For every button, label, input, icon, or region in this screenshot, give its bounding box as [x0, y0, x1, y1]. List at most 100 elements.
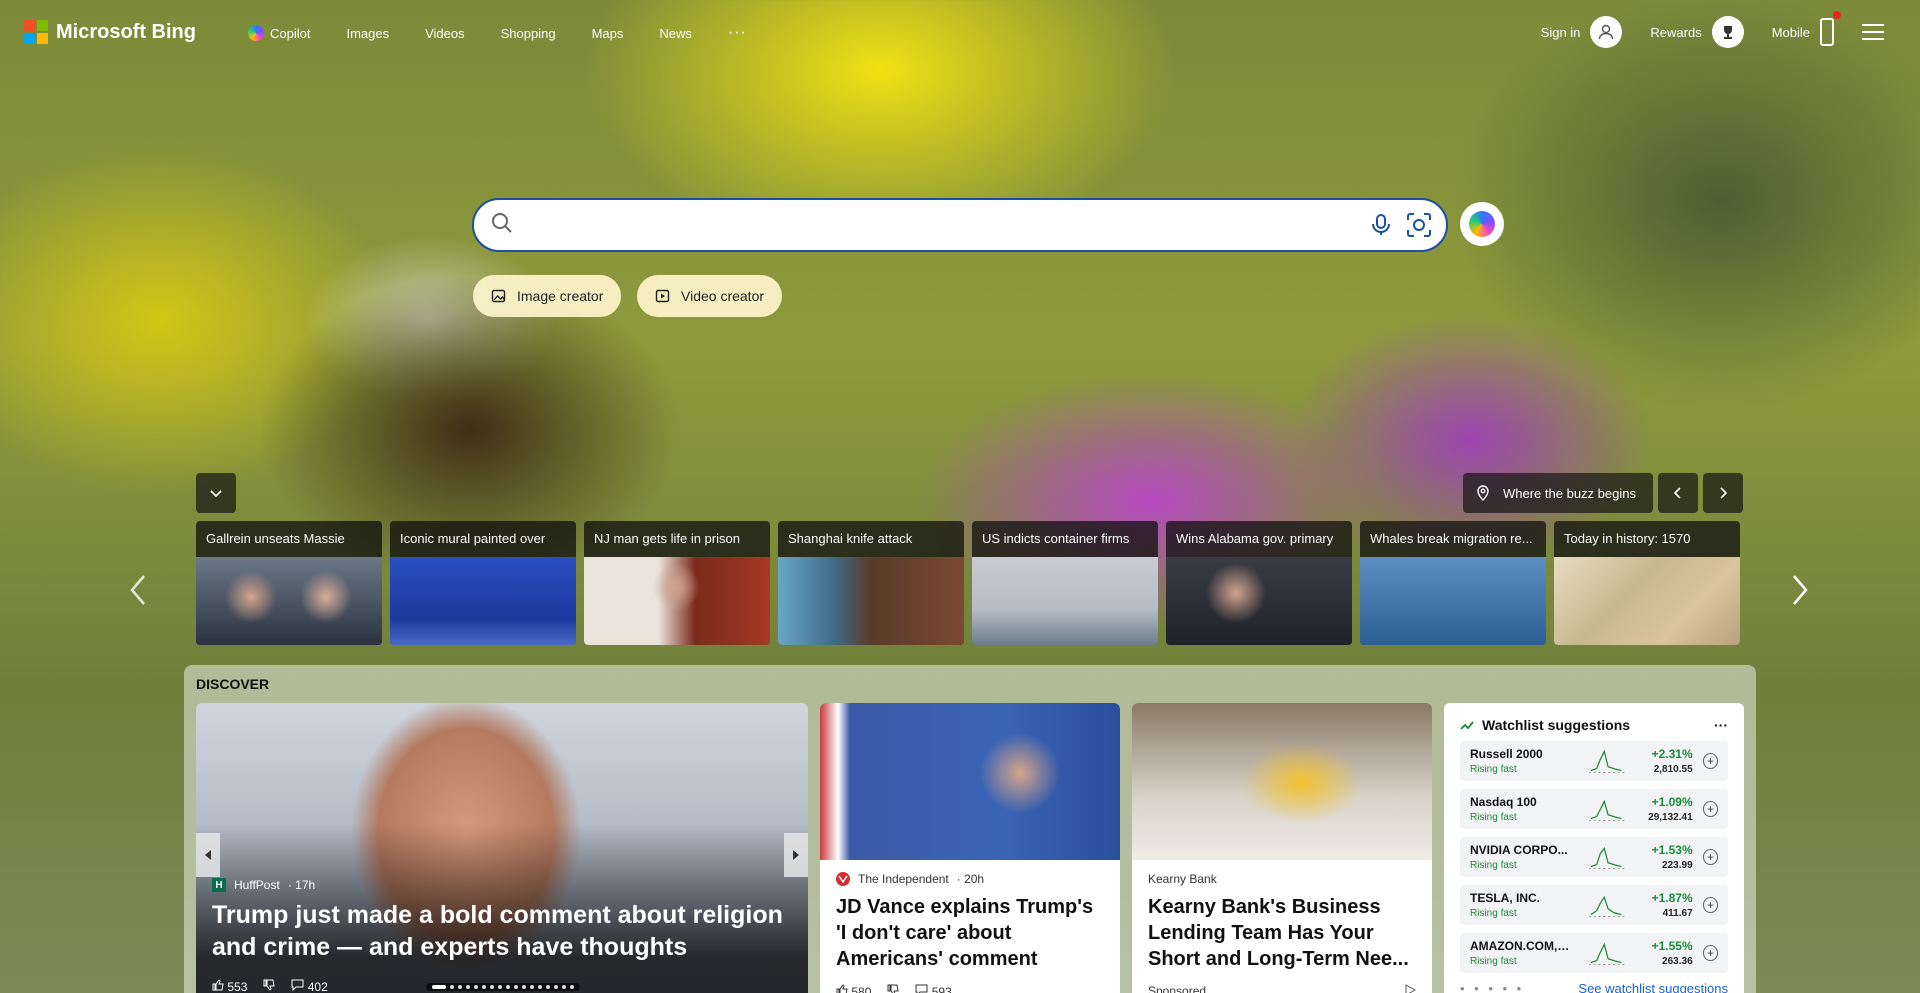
hamburger-icon — [1862, 24, 1884, 40]
trending-image — [584, 557, 770, 645]
trending-strip: Gallrein unseats Massie Iconic mural pai… — [196, 521, 1740, 645]
sponsored-card[interactable]: Kearny Bank Kearny Bank's Business Lendi… — [1132, 703, 1432, 993]
location-pin-icon — [1477, 485, 1489, 501]
dislike-button[interactable] — [263, 979, 275, 993]
watchlist-pager-dots[interactable]: • • • • • — [1460, 981, 1524, 993]
hero-article[interactable]: H HuffPost · 17h Trump just made a bold … — [196, 703, 808, 993]
rewards-button[interactable]: Rewards — [1650, 16, 1744, 48]
nav-videos[interactable]: Videos — [425, 26, 465, 41]
brand-name: Microsoft Bing — [56, 20, 196, 43]
sparkline-chart — [1589, 942, 1628, 965]
chevron-right-icon — [1720, 487, 1728, 499]
comments-button[interactable]: 402 — [291, 979, 328, 993]
visual-search-icon[interactable] — [1406, 212, 1432, 238]
next-image-button[interactable] — [1703, 473, 1743, 513]
trending-card[interactable]: Today in history: 1570 — [1554, 521, 1740, 645]
trending-card[interactable]: Shanghai knife attack — [778, 521, 964, 645]
watchlist-row[interactable]: TESLA, INC. Rising fast +1.87% 411.67 + — [1460, 885, 1728, 925]
thumbs-up-icon — [836, 984, 848, 993]
image-info-button[interactable]: Where the buzz begins — [1463, 473, 1653, 513]
add-to-watchlist-button[interactable]: + — [1702, 897, 1719, 913]
image-creator-button[interactable]: Image creator — [473, 275, 622, 317]
user-avatar-icon — [1590, 16, 1623, 48]
sparkline-chart — [1589, 749, 1628, 773]
sign-in-button[interactable]: Sign in — [1541, 16, 1623, 48]
nav-news[interactable]: News — [659, 26, 692, 41]
sponsored-image — [1132, 703, 1432, 860]
chevron-left-icon — [1673, 487, 1681, 499]
comment-icon — [915, 984, 928, 993]
collapse-feed-button[interactable] — [196, 473, 236, 513]
nav-copilot[interactable]: Copilot — [248, 25, 310, 41]
search-icon — [490, 211, 514, 240]
watchlist-row[interactable]: NVIDIA CORPO... Rising fast +1.53% 223.99 … — [1460, 837, 1728, 877]
watchlist-title: Watchlist suggestions — [1482, 717, 1631, 733]
mobile-button[interactable]: Mobile — [1772, 11, 1841, 46]
thumbs-down-icon — [263, 979, 275, 991]
trending-card[interactable]: US indicts container firms — [972, 521, 1158, 645]
dislike-button[interactable] — [887, 984, 899, 993]
like-button[interactable]: 580 — [836, 984, 871, 993]
article-card[interactable]: The Independent · 20h JD Vance explains … — [820, 703, 1120, 993]
nav-more-button[interactable]: ··· — [728, 24, 747, 42]
see-watchlist-link[interactable]: See watchlist suggestions — [1578, 981, 1728, 993]
copilot-search-button[interactable] — [1460, 202, 1504, 246]
watchlist-row[interactable]: Nasdaq 100 Rising fast +1.09% 29,132.41 + — [1460, 789, 1728, 829]
the-independent-logo-icon — [836, 872, 850, 886]
trending-image — [196, 557, 382, 645]
previous-image-button[interactable] — [1658, 473, 1698, 513]
watchlist-widget: Watchlist suggestions ··· Russell 2000 Ri… — [1444, 703, 1744, 993]
account-nav: Sign in Rewards Mobile — [1541, 11, 1884, 48]
sponsored-headline[interactable]: Kearny Bank's Business Lending Team Has … — [1132, 886, 1432, 972]
add-to-watchlist-button[interactable]: + — [1702, 801, 1719, 817]
search-box[interactable] — [472, 198, 1448, 252]
sponsored-meta: Sponsored — [1148, 984, 1417, 993]
add-to-watchlist-button[interactable]: + — [1702, 945, 1719, 961]
hero-prev-button[interactable] — [196, 833, 220, 877]
trending-card[interactable]: Iconic mural painted over — [390, 521, 576, 645]
trending-image — [972, 557, 1158, 645]
hero-next-button[interactable] — [784, 833, 808, 877]
article-headline[interactable]: JD Vance explains Trump's 'I don't care'… — [820, 886, 1120, 972]
nav-images[interactable]: Images — [346, 26, 389, 41]
thumbs-up-icon — [212, 979, 224, 991]
hero-source: H HuffPost · 17h — [212, 878, 315, 892]
watchlist-more-button[interactable]: ··· — [1714, 717, 1728, 733]
trending-card[interactable]: Whales break migration re... — [1360, 521, 1546, 645]
trending-image — [390, 557, 576, 645]
watchlist-row[interactable]: Russell 2000 Rising fast +2.31% 2,810.55 + — [1460, 741, 1728, 781]
trending-card[interactable]: NJ man gets life in prison — [584, 521, 770, 645]
sponsored-source: Kearny Bank — [1148, 872, 1217, 886]
watchlist-row[interactable]: AMAZON.COM, I... Rising fast +1.55% 263.36… — [1460, 933, 1728, 973]
comments-button[interactable]: 593 — [915, 984, 952, 993]
nav-maps[interactable]: Maps — [592, 26, 624, 41]
trending-image — [1360, 557, 1546, 645]
menu-button[interactable] — [1862, 24, 1884, 40]
video-creator-button[interactable]: Video creator — [637, 275, 783, 317]
ad-choices-icon[interactable] — [1404, 984, 1417, 993]
top-nav: Copilot Images Videos Shopping Maps News… — [248, 24, 747, 42]
add-to-watchlist-button[interactable]: + — [1702, 849, 1719, 865]
hero-headline[interactable]: Trump just made a bold comment about rel… — [212, 899, 792, 963]
thumbs-down-icon — [887, 984, 899, 993]
trending-image — [1166, 557, 1352, 645]
like-button[interactable]: 553 — [212, 979, 247, 993]
sparkline-chart — [1589, 799, 1628, 821]
microphone-icon[interactable] — [1370, 213, 1392, 237]
nav-shopping[interactable]: Shopping — [501, 26, 556, 41]
sparkline-chart — [1589, 847, 1628, 869]
chevron-right-icon — [1793, 575, 1808, 605]
hero-carousel-dots[interactable] — [426, 983, 580, 991]
search-input[interactable] — [526, 216, 1356, 234]
add-to-watchlist-button[interactable]: + — [1702, 753, 1719, 769]
sponsored-label: Sponsored — [1148, 984, 1207, 993]
trending-card[interactable]: Gallrein unseats Massie — [196, 521, 382, 645]
trending-prev-arrow[interactable] — [128, 572, 148, 617]
chevron-left-icon — [130, 575, 145, 605]
bing-logo[interactable]: Microsoft Bing — [24, 20, 196, 44]
hero-reactions: 553 402 — [212, 979, 328, 993]
trending-card[interactable]: Wins Alabama gov. primary — [1166, 521, 1352, 645]
trending-next-arrow[interactable] — [1790, 572, 1810, 617]
image-creator-icon — [491, 289, 506, 303]
video-creator-icon — [655, 289, 670, 303]
